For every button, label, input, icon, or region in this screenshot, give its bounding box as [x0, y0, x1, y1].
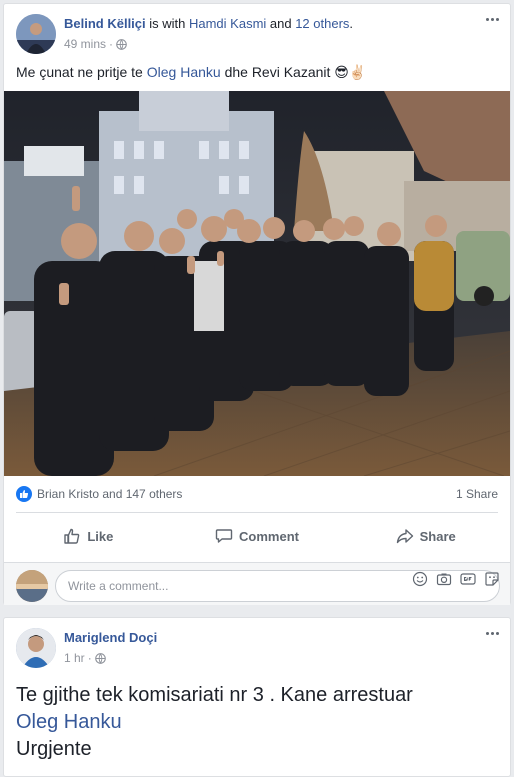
like-label: Like [87, 528, 114, 544]
emoji-icon[interactable] [412, 571, 428, 587]
header-line: Belind Këlliçi is with Hamdi Kasmi and 1… [64, 16, 353, 32]
post-header: Belind Këlliçi is with Hamdi Kasmi and 1… [4, 4, 510, 59]
reactions-bar: Brian Kristo and 147 others 1 Share [16, 484, 498, 504]
sticker-icon[interactable] [484, 571, 500, 587]
post-header: Mariglend Doçi 1 hr · [4, 618, 510, 673]
mention-link[interactable]: Oleg Hanku [147, 64, 221, 80]
like-button[interactable]: Like [4, 518, 173, 554]
reaction-count[interactable]: Brian Kristo and 147 others [37, 487, 182, 501]
dot-separator: · [87, 651, 92, 665]
comment-button[interactable]: Comment [173, 518, 342, 554]
divider [16, 512, 498, 513]
gif-icon[interactable] [460, 571, 476, 587]
text-before: Me çunat ne pritje te [16, 64, 147, 80]
post-line-1: Te gjithe tek komisariati nr 3 . Kane ar… [16, 684, 413, 706]
author-avatar[interactable] [16, 628, 56, 668]
and-text: and [266, 16, 296, 31]
post-text: Te gjithe tek komisariati nr 3 . Kane ar… [16, 682, 413, 763]
dot-separator: · [109, 37, 114, 51]
author-name[interactable]: Mariglend Doçi [64, 630, 157, 645]
post-meta: 1 hr · [64, 651, 106, 665]
post-time[interactable]: 49 mins [64, 37, 106, 51]
globe-icon[interactable] [116, 38, 127, 50]
more-icon[interactable] [482, 12, 502, 26]
comment-label: Comment [239, 528, 299, 544]
globe-icon[interactable] [94, 652, 106, 664]
tagged-user[interactable]: Hamdi Kasmi [189, 16, 266, 31]
group-photo-image [4, 91, 510, 476]
header-line: Mariglend Doçi [64, 630, 157, 646]
post-time[interactable]: 1 hr [64, 651, 85, 665]
mention-link[interactable]: Oleg Hanku [16, 709, 413, 736]
post-meta: 49 mins · [64, 37, 127, 51]
text-after: dhe Revi Kazanit 😎✌🏻 [220, 64, 367, 80]
author-name[interactable]: Belind Këlliçi [64, 16, 146, 31]
post-text: Me çunat ne pritje te Oleg Hanku dhe Rev… [4, 59, 510, 89]
share-count[interactable]: 1 Share [456, 487, 498, 501]
comment-placeholder: Write a comment... [68, 579, 169, 593]
share-label: Share [419, 528, 456, 544]
share-button[interactable]: Share [341, 518, 510, 554]
others-link[interactable]: 12 others [295, 16, 349, 31]
composer-icons [412, 571, 500, 587]
post-card: Mariglend Doçi 1 hr · Te gjithe tek komi… [3, 617, 511, 777]
with-text: is with [145, 16, 189, 31]
thumbs-up-icon [64, 528, 80, 544]
comment-icon [215, 529, 233, 543]
share-icon [396, 529, 413, 544]
post-card: Belind Këlliçi is with Hamdi Kasmi and 1… [3, 3, 511, 605]
post-line-3: Urgjente [16, 738, 92, 760]
author-avatar[interactable] [16, 14, 56, 54]
comment-composer: Write a comment... [4, 562, 510, 605]
more-icon[interactable] [482, 626, 502, 640]
post-photo[interactable] [4, 91, 510, 476]
like-reaction-icon [16, 486, 32, 502]
camera-icon[interactable] [436, 571, 452, 587]
action-bar: Like Comment Share [4, 518, 510, 554]
viewer-avatar[interactable] [16, 570, 48, 602]
period-text: . [349, 16, 354, 31]
